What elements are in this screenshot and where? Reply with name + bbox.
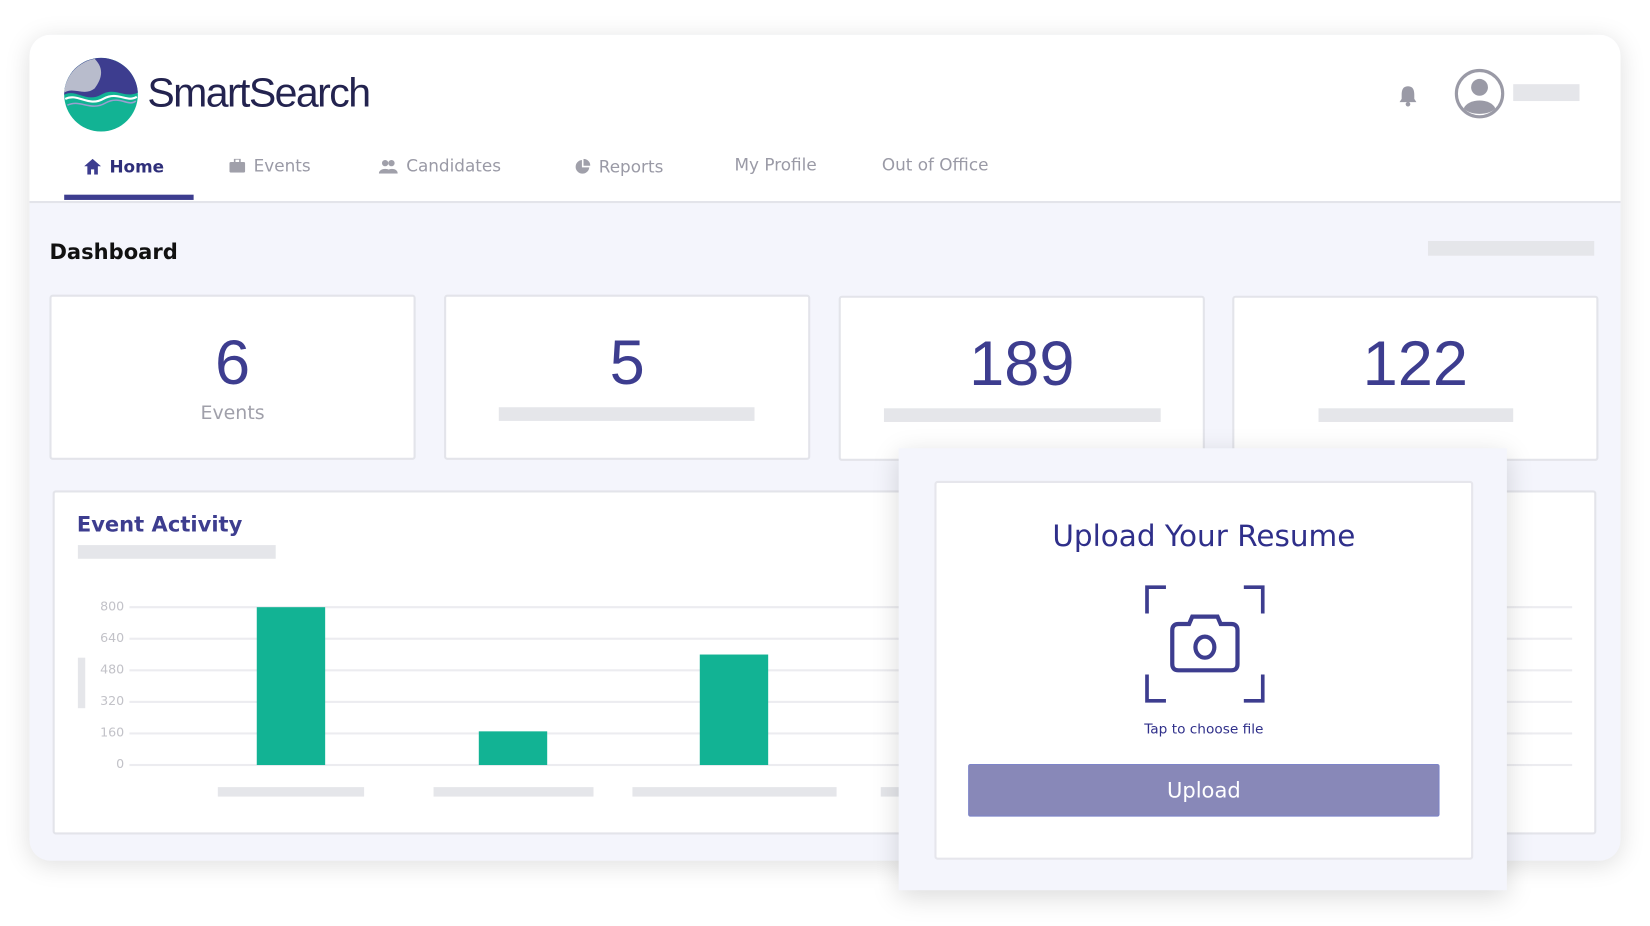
stat-card[interactable]: 122 (1232, 295, 1599, 461)
upload-resume-modal: Upload Your Resume Tap to choose file Up… (898, 448, 1507, 891)
modal-title: Upload Your Resume (1052, 518, 1356, 554)
x-label-placeholder (433, 787, 594, 797)
y-tick-label: 0 (116, 756, 125, 772)
stat-value: 5 (609, 327, 645, 398)
bell-icon[interactable] (1397, 84, 1418, 107)
y-tick-label: 320 (100, 693, 125, 709)
tab-events[interactable]: Events (229, 155, 311, 176)
active-tab-indicator (64, 194, 194, 200)
placeholder-bar (1427, 240, 1595, 256)
y-tick-label: 800 (100, 598, 125, 614)
home-icon (84, 158, 102, 175)
upload-button[interactable]: Upload (968, 763, 1440, 817)
y-tick-label: 160 (100, 725, 125, 740)
stat-value: 6 (214, 327, 251, 398)
username-placeholder (1513, 84, 1580, 102)
stat-label-placeholder (883, 408, 1161, 422)
camera-icon[interactable] (1145, 584, 1265, 704)
header: SmartSearch Home Events Candidates Repor… (29, 34, 1621, 204)
tab-label: Out of Office (881, 154, 989, 175)
bar[interactable] (256, 607, 326, 766)
tab-label: Home (109, 156, 165, 177)
tab-label: Events (253, 155, 311, 176)
briefcase-icon (229, 158, 246, 173)
stat-label-placeholder (498, 407, 755, 421)
tab-my-profile[interactable]: My Profile (735, 155, 817, 175)
bar[interactable] (699, 654, 769, 766)
upload-card: Upload Your Resume Tap to choose file Up… (934, 480, 1474, 860)
stat-label: Events (200, 401, 265, 425)
stat-value: 122 (1362, 328, 1469, 399)
y-tick-label: 480 (100, 661, 125, 677)
stat-card[interactable]: 5 (444, 294, 811, 460)
tab-label: My Profile (734, 154, 817, 175)
tab-candidates[interactable]: Candidates (378, 155, 502, 176)
tab-reports[interactable]: Reports (575, 156, 664, 177)
stat-label-placeholder (1318, 408, 1514, 422)
tab-label: Candidates (406, 155, 502, 176)
x-label-placeholder (632, 787, 837, 797)
smartsearch-logo-icon (64, 57, 138, 132)
tab-out-of-office[interactable]: Out of Office (882, 155, 989, 175)
stat-card[interactable]: 189 (838, 295, 1205, 461)
y-tick-label: 640 (100, 630, 125, 646)
stat-card-events[interactable]: 6 Events (49, 294, 416, 460)
pie-chart-icon (575, 158, 591, 174)
brand-name: SmartSearch (147, 70, 371, 116)
x-label-placeholder (217, 787, 365, 797)
tab-home[interactable]: Home (84, 157, 164, 177)
user-avatar-icon[interactable] (1454, 68, 1505, 119)
bar[interactable] (478, 731, 548, 766)
page-title: Dashboard (49, 238, 178, 265)
tab-label: Reports (598, 156, 664, 177)
users-icon (378, 159, 398, 174)
stat-value: 189 (969, 328, 1075, 399)
choose-file-link[interactable]: Tap to choose file (937, 722, 1472, 738)
